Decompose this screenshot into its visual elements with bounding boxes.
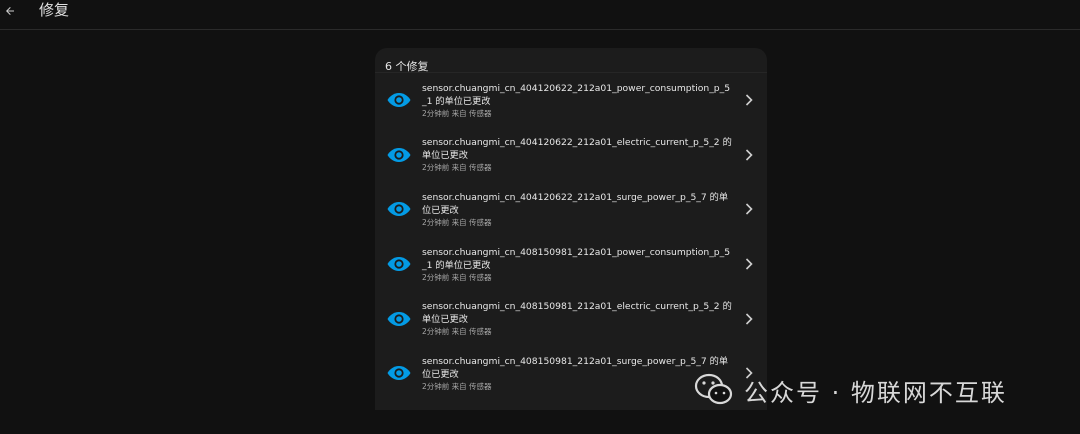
- repair-item-text: sensor.chuangmi_cn_404120622_212a01_surg…: [422, 191, 734, 228]
- repair-list-item[interactable]: sensor.chuangmi_cn_408150981_212a01_elec…: [375, 291, 767, 346]
- repair-list-item[interactable]: sensor.chuangmi_cn_404120622_212a01_elec…: [375, 128, 767, 183]
- eye-icon: [387, 311, 411, 326]
- chevron-right-icon: [745, 149, 753, 161]
- eye-icon: [387, 93, 411, 108]
- repair-item-meta: 2分钟前 来自 传感器: [422, 272, 492, 282]
- repair-item-meta: 2分钟前 来自 传感器: [422, 108, 492, 118]
- eye-icon: [387, 366, 411, 381]
- wechat-logo-icon: [694, 373, 733, 405]
- repair-item-title: sensor.chuangmi_cn_408150981_212a01_surg…: [422, 355, 729, 380]
- chevron-right-icon: [745, 203, 753, 216]
- repair-item-meta: 2分钟前 来自 传感器: [422, 163, 492, 173]
- eye-icon: [387, 257, 411, 272]
- repair-item-meta: 2分钟前 来自 传感器: [422, 327, 492, 337]
- repair-list-item[interactable]: sensor.chuangmi_cn_404120622_212a01_surg…: [375, 182, 767, 237]
- chevron-right-icon: [745, 258, 753, 270]
- repair-item-title: sensor.chuangmi_cn_404120622_212a01_elec…: [422, 137, 732, 162]
- repairs-card: 6 个修复 sensor.chuangmi_cn_404120622_212a0…: [375, 48, 767, 410]
- repair-item-title: sensor.chuangmi_cn_408150981_212a01_elec…: [422, 301, 732, 326]
- back-button[interactable]: [0, 0, 20, 22]
- repairs-list: sensor.chuangmi_cn_404120622_212a01_powe…: [375, 73, 767, 401]
- repair-item-text: sensor.chuangmi_cn_404120622_212a01_elec…: [422, 136, 734, 173]
- repair-item-text: sensor.chuangmi_cn_408150981_212a01_surg…: [422, 355, 734, 392]
- watermark-text: 公众号 · 物联网不互联: [744, 378, 1007, 407]
- repair-item-title: sensor.chuangmi_cn_404120622_212a01_surg…: [422, 191, 729, 216]
- chevron-right-icon: [745, 313, 753, 325]
- eye-icon: [387, 147, 411, 162]
- repair-list-item[interactable]: sensor.chuangmi_cn_404120622_212a01_powe…: [375, 73, 767, 128]
- repair-item-text: sensor.chuangmi_cn_408150981_212a01_powe…: [422, 246, 734, 283]
- arrow-left-icon: [6, 7, 14, 15]
- repair-list-item[interactable]: sensor.chuangmi_cn_408150981_212a01_powe…: [375, 237, 767, 292]
- top-app-bar: 修复: [0, 0, 1080, 30]
- repair-item-title: sensor.chuangmi_cn_404120622_212a01_powe…: [422, 82, 731, 107]
- repair-item-title: sensor.chuangmi_cn_408150981_212a01_powe…: [422, 246, 731, 271]
- repairs-count-header: 6 个修复: [375, 48, 767, 73]
- watermark: 公众号 · 物联网不互联: [694, 370, 1007, 410]
- repair-item-text: sensor.chuangmi_cn_404120622_212a01_powe…: [422, 82, 734, 119]
- page-title: 修复: [39, 1, 70, 19]
- repair-item-meta: 2分钟前 来自 传感器: [422, 381, 492, 391]
- repair-item-meta: 2分钟前 来自 传感器: [422, 217, 492, 227]
- repair-item-text: sensor.chuangmi_cn_408150981_212a01_elec…: [422, 300, 734, 337]
- chevron-right-icon: [745, 94, 753, 106]
- eye-icon: [387, 202, 411, 217]
